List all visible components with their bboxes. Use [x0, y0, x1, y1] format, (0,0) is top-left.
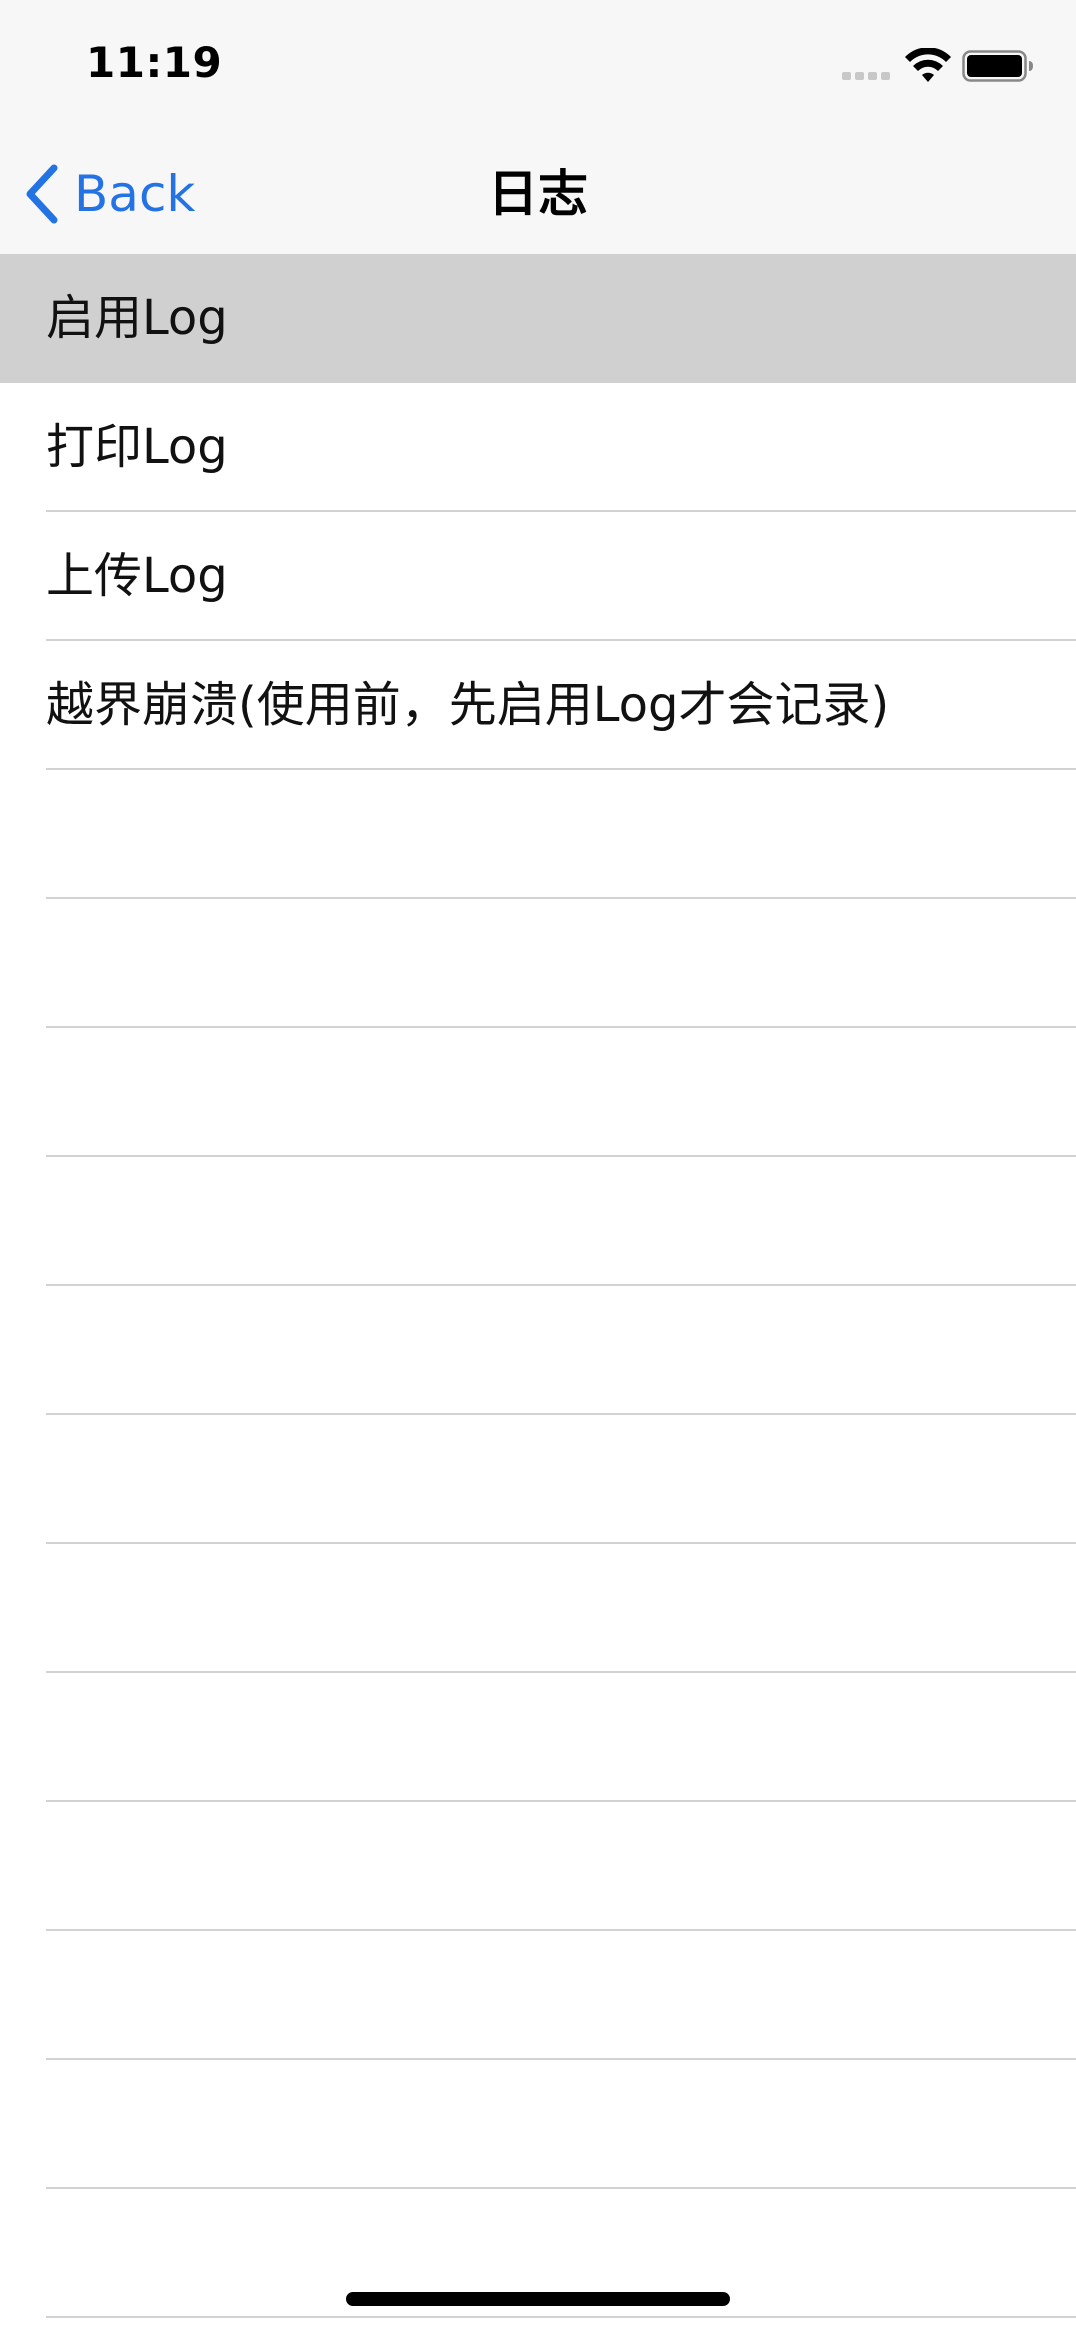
status-time: 11:19	[86, 38, 223, 87]
empty-table-row	[0, 1157, 1076, 1286]
empty-table-row	[0, 770, 1076, 899]
battery-icon	[962, 50, 1033, 82]
status-bar: 11:19	[0, 0, 1076, 132]
row-out-of-bounds-crash[interactable]: 越界崩溃(使用前，先启用Log才会记录)	[0, 641, 1076, 770]
back-label: Back	[74, 165, 196, 223]
back-button[interactable]: Back	[24, 162, 195, 226]
empty-table-row	[0, 1931, 1076, 2060]
empty-table-row	[0, 1544, 1076, 1673]
empty-table-row	[0, 899, 1076, 1028]
row-label: 打印Log	[46, 419, 228, 475]
empty-table-row	[0, 1415, 1076, 1544]
empty-table-row	[0, 1028, 1076, 1157]
empty-table-row	[0, 1673, 1076, 1802]
row-separator	[46, 2316, 1076, 2318]
empty-rows	[0, 770, 1076, 2318]
navigation-bar: 日志 Back	[0, 132, 1076, 254]
empty-table-row	[0, 2060, 1076, 2189]
chevron-left-icon	[26, 164, 58, 224]
row-label: 越界崩溃(使用前，先启用Log才会记录)	[46, 677, 890, 733]
home-indicator[interactable]	[346, 2292, 730, 2306]
wifi-icon	[905, 48, 951, 82]
empty-table-row	[0, 1802, 1076, 1931]
row-upload-log[interactable]: 上传Log	[0, 512, 1076, 641]
cellular-signal-icon	[842, 72, 892, 80]
row-enable-log[interactable]: 启用Log	[0, 254, 1076, 383]
empty-table-row	[0, 1286, 1076, 1415]
row-label: 启用Log	[46, 290, 228, 346]
row-print-log[interactable]: 打印Log	[0, 383, 1076, 512]
row-label: 上传Log	[46, 548, 228, 604]
log-options-table: 启用Log 打印Log 上传Log 越界崩溃(使用前，先启用Log才会记录)	[0, 254, 1076, 2318]
